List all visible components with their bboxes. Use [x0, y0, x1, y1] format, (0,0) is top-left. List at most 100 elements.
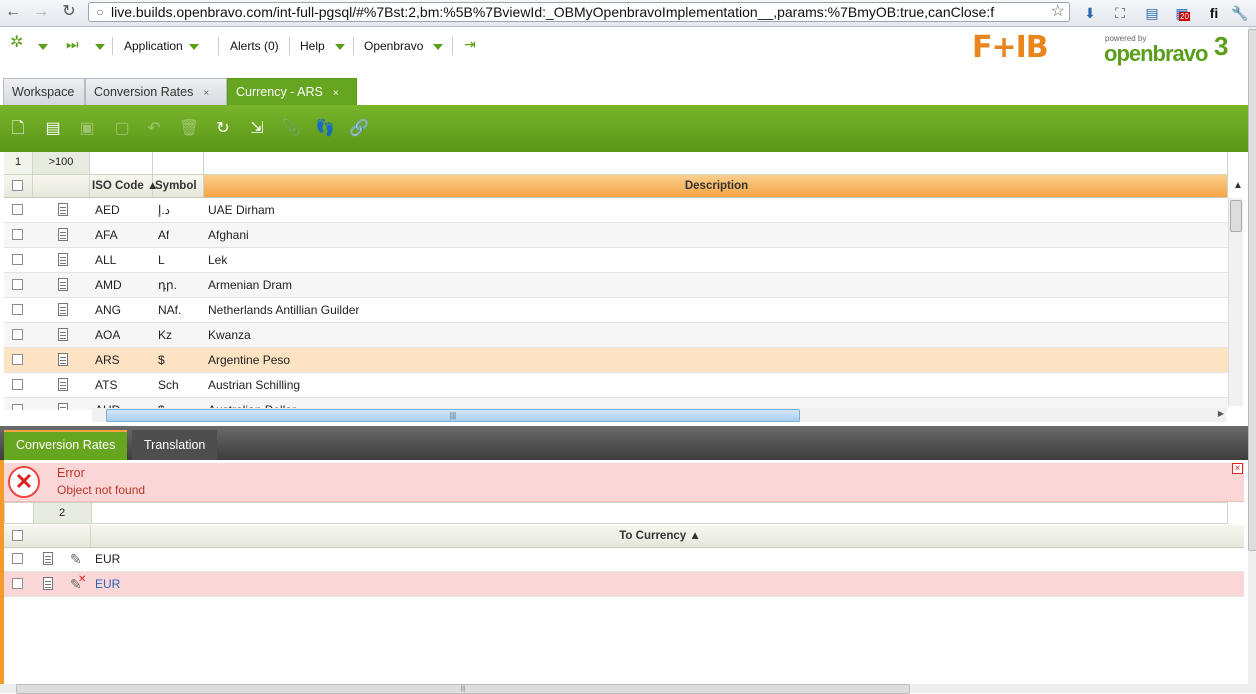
new-row-icon[interactable]: ▤	[41, 117, 65, 141]
table-row[interactable]: ALL L Lek	[4, 248, 1228, 273]
screen-capture-icon[interactable]: ⛶	[1110, 3, 1130, 23]
edit-error-icon[interactable]: ✎ ✕	[70, 574, 86, 593]
row-checkbox[interactable]	[12, 354, 23, 365]
header-description[interactable]: Description	[204, 175, 1228, 197]
application-menu[interactable]: Application	[124, 38, 199, 54]
subtab-translation[interactable]: Translation	[132, 430, 218, 460]
edit-pencil-icon[interactable]: ✎	[70, 551, 82, 568]
address-bar[interactable]: ○ live.builds.openbravo.com/int-full-pgs…	[88, 2, 1070, 22]
back-icon[interactable]: ←	[4, 3, 22, 21]
select-all-checkbox[interactable]	[12, 180, 23, 191]
symbol-cell: դր.	[158, 278, 177, 292]
document-icon[interactable]	[43, 577, 53, 590]
row-checkbox[interactable]	[12, 204, 23, 215]
row-checkbox[interactable]	[12, 304, 23, 315]
document-icon[interactable]	[58, 328, 68, 341]
help-menu-label: Help	[300, 39, 325, 53]
header-to-currency[interactable]: To Currency ▲	[90, 525, 1229, 547]
logout-icon[interactable]: ⇥	[464, 36, 476, 52]
table-row[interactable]: ATS Sch Austrian Schilling	[4, 373, 1228, 398]
top-navigation: ✲ ⏭ Application Alerts (0) Help Openbrav…	[0, 27, 1248, 69]
table-row-error[interactable]: ✎ ✕ EUR	[4, 572, 1244, 597]
table-row-selected[interactable]: ARS $ Argentine Peso	[4, 348, 1228, 373]
delete-icon[interactable]: 🗑	[177, 117, 201, 141]
document-icon[interactable]	[58, 303, 68, 316]
document-icon[interactable]	[58, 253, 68, 266]
table-row[interactable]: AOA Kz Kwanza	[4, 323, 1228, 348]
tab-conversion-rates[interactable]: Conversion Rates ×	[85, 78, 227, 105]
row-checkbox[interactable]	[12, 379, 23, 390]
application-menu-label: Application	[124, 39, 183, 53]
table-row[interactable]: AFA Af Afghani	[4, 223, 1228, 248]
grid-header: ISO Code ▲ Symbol Description	[4, 175, 1228, 198]
document-icon[interactable]	[58, 203, 68, 216]
row-checkbox[interactable]	[12, 279, 23, 290]
help-menu[interactable]: Help	[300, 38, 345, 54]
scroll-right-icon[interactable]: ▶	[1218, 409, 1224, 418]
table-row[interactable]: AMD դր. Armenian Dram	[4, 273, 1228, 298]
download-icon[interactable]: ⬇	[1080, 3, 1100, 23]
refresh-icon[interactable]: ↻	[211, 117, 235, 141]
quick-launch-icon[interactable]: ✲	[10, 35, 23, 51]
extension-fi-label[interactable]: fi	[1204, 3, 1224, 23]
attachment-icon[interactable]: 📎	[279, 117, 303, 141]
forward-icon[interactable]: →	[32, 3, 50, 21]
reload-icon[interactable]: ↻	[60, 3, 78, 21]
user-menu[interactable]: Openbravo	[364, 38, 444, 54]
quick-launch-chevron-icon[interactable]	[38, 44, 48, 50]
save-close-icon[interactable]: ▢	[110, 117, 134, 141]
quick-create-icon[interactable]: ⏭	[66, 36, 79, 52]
table-row[interactable]: ANG NAf. Netherlands Antillian Guilder	[4, 298, 1228, 323]
link-icon[interactable]: 🔗	[347, 117, 371, 141]
close-icon[interactable]: ×	[1232, 463, 1243, 474]
audit-trail-icon[interactable]: 👣	[313, 117, 337, 141]
close-tab-icon[interactable]: ×	[203, 89, 213, 99]
page-vertical-scrollbar[interactable]	[1248, 27, 1256, 693]
close-tab-icon[interactable]: ×	[333, 89, 343, 99]
scroll-thumb[interactable]: |||	[106, 409, 800, 422]
undo-icon[interactable]: ↶	[142, 117, 166, 141]
table-row[interactable]: ✎ EUR	[4, 547, 1244, 572]
document-icon[interactable]	[58, 278, 68, 291]
table-row[interactable]: AED د.إ UAE Dirham	[4, 198, 1228, 223]
header-symbol[interactable]: Symbol	[153, 175, 204, 197]
description-filter[interactable]	[204, 152, 1228, 174]
quick-create-chevron-icon[interactable]	[95, 44, 105, 50]
tab-currency-ars[interactable]: Currency - ARS ×	[227, 78, 357, 105]
select-all-checkbox[interactable]	[12, 530, 23, 541]
row-checkbox[interactable]	[12, 404, 23, 410]
document-icon[interactable]	[58, 378, 68, 391]
scroll-thumb[interactable]	[1230, 200, 1242, 232]
row-checkbox[interactable]	[12, 229, 23, 240]
calendar-extension-icon[interactable]: ▦ 20	[1172, 3, 1192, 23]
row-checkbox[interactable]	[12, 553, 23, 564]
tab-workspace[interactable]: Workspace	[3, 78, 85, 105]
sort-arrow-up-icon[interactable]: ▲	[1232, 175, 1244, 197]
bookmark-star-icon[interactable]: ☆	[1051, 3, 1065, 21]
description-cell: Lek	[208, 253, 228, 267]
save-icon[interactable]: ▣	[75, 117, 99, 141]
iso-code-filter[interactable]	[90, 152, 153, 174]
wrench-icon[interactable]: 🔧	[1230, 3, 1250, 23]
row-checkbox[interactable]	[12, 254, 23, 265]
document-icon[interactable]	[58, 403, 68, 410]
alerts-link[interactable]: Alerts (0)	[230, 38, 279, 54]
document-icon[interactable]	[58, 353, 68, 366]
filter-spacer	[5, 503, 34, 523]
subtab-conversion-rates[interactable]: Conversion Rates	[4, 430, 128, 460]
header-iso-code[interactable]: ISO Code ▲	[90, 175, 158, 197]
grid-vertical-scrollbar[interactable]	[1228, 198, 1243, 406]
grid-filter-row: 1 >100	[4, 152, 1228, 175]
scroll-thumb[interactable]	[1248, 29, 1256, 551]
export-icon[interactable]: ⇲	[245, 117, 269, 141]
page-horizontal-scrollbar[interactable]: |||	[0, 684, 1248, 694]
grid-horizontal-scrollbar[interactable]: ||| ▶	[92, 408, 1226, 422]
document-icon[interactable]	[43, 552, 53, 565]
new-document-icon[interactable]: 🗋	[6, 117, 30, 141]
document-icon[interactable]	[58, 228, 68, 241]
record-toolbar: 🗋 ▤ ▣ ▢ ↶ 🗑 ↻ ⇲ 📎 👣 🔗	[0, 105, 1248, 152]
row-checkbox[interactable]	[12, 578, 23, 589]
symbol-filter[interactable]	[153, 152, 204, 174]
row-checkbox[interactable]	[12, 329, 23, 340]
extension-icon[interactable]: ▤	[1142, 3, 1162, 23]
